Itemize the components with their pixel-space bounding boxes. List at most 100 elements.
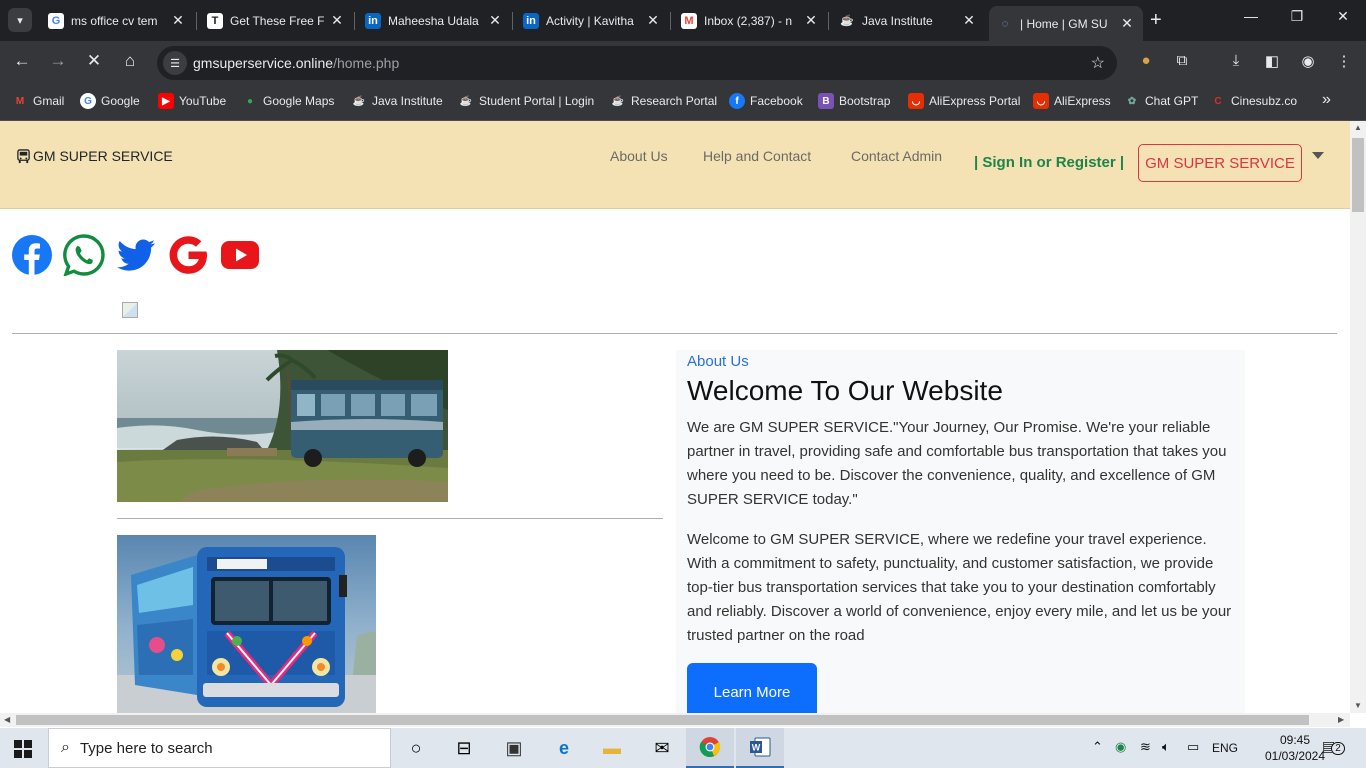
bookmark-research-portal[interactable]: ☕ Research Portal: [610, 93, 717, 109]
bookmark-student-portal[interactable]: ☕ Student Portal | Login: [458, 93, 594, 109]
taskbar-search-box[interactable]: ⌕ Type here to search: [48, 728, 391, 768]
brand-text: GM SUPER SERVICE: [33, 148, 173, 164]
close-icon[interactable]: ✕: [803, 12, 819, 29]
forward-button[interactable]: →: [46, 51, 70, 71]
microsoft-store-icon[interactable]: ▣: [490, 728, 538, 768]
stop-loading-button[interactable]: ✕: [82, 51, 106, 71]
tab-4[interactable]: in Activity | Kavitha ✕: [515, 6, 669, 35]
home-button[interactable]: ⌂: [118, 51, 142, 71]
bookmarks-bar: M Gmail G Google ▶ YouTube ● Google Maps ☕ Ja…: [0, 84, 1366, 121]
site-navbar: GM SUPER SERVICE About Us Help and Conta…: [0, 121, 1350, 209]
scroll-right-arrow-icon[interactable]: ▶: [1338, 715, 1344, 724]
notifications-icon[interactable]: ▤2: [1322, 738, 1345, 755]
java-icon: ☕: [611, 95, 625, 107]
scroll-down-arrow-icon[interactable]: ▼: [1354, 701, 1362, 710]
gm-super-service-button[interactable]: GM SUPER SERVICE: [1138, 144, 1302, 182]
tab-title: Java Institute: [862, 13, 933, 28]
windows-start-icon[interactable]: [14, 740, 32, 758]
youtube-icon[interactable]: [219, 234, 261, 276]
side-panel-icon[interactable]: ◧: [1261, 52, 1283, 70]
chrome-icon[interactable]: [686, 728, 734, 768]
divider: [117, 518, 663, 519]
nav-about-us[interactable]: About Us: [610, 148, 668, 164]
close-icon[interactable]: ✕: [1119, 15, 1135, 32]
google-icon[interactable]: [167, 234, 209, 276]
mail-icon[interactable]: ✉: [638, 728, 686, 768]
close-icon[interactable]: ✕: [961, 12, 977, 29]
facebook-icon[interactable]: [11, 234, 53, 276]
volume-icon[interactable]: 🔈︎: [1162, 739, 1170, 755]
sign-in-register-link[interactable]: | Sign In or Register |: [974, 154, 1124, 171]
show-hidden-icons-icon[interactable]: ⌃: [1092, 739, 1103, 755]
scroll-up-arrow-icon[interactable]: ▲: [1354, 123, 1362, 132]
bookmark-facebook[interactable]: f Facebook: [729, 93, 803, 109]
bookmark-java-institute[interactable]: ☕ Java Institute: [351, 93, 443, 109]
bookmark-star-icon[interactable]: ☆: [1091, 53, 1105, 73]
battery-icon[interactable]: ▭: [1187, 739, 1199, 755]
nav-contact-admin[interactable]: Contact Admin: [851, 148, 942, 164]
site-brand[interactable]: GM SUPER SERVICE: [16, 148, 173, 164]
scroll-left-arrow-icon[interactable]: ◀: [4, 715, 10, 724]
cortana-icon[interactable]: ○: [392, 728, 440, 768]
tab-title: Inbox (2,387) - n: [704, 13, 793, 28]
clock[interactable]: 09:45 01/03/2024: [1262, 732, 1328, 764]
menu-icon[interactable]: ⋮: [1333, 52, 1355, 70]
tab-3[interactable]: in Maheesha Udala ✕: [357, 6, 511, 35]
edge-icon[interactable]: e: [540, 728, 588, 768]
word-icon[interactable]: W: [736, 728, 784, 768]
language-indicator[interactable]: ENG: [1212, 741, 1238, 755]
tab-6[interactable]: ☕ Java Institute ✕: [831, 6, 985, 35]
scrollbar-thumb[interactable]: [1352, 138, 1364, 212]
java-icon: ☕: [840, 15, 854, 27]
vertical-scrollbar[interactable]: ▲ ▼: [1350, 121, 1366, 713]
back-button[interactable]: ←: [10, 51, 34, 71]
tab-7-active[interactable]: ◌ | Home | GM SU ✕: [989, 6, 1143, 41]
tab-search-button[interactable]: ▾: [8, 8, 32, 32]
twitter-icon[interactable]: [115, 234, 157, 276]
gmail-icon: M: [681, 12, 697, 29]
wifi-icon[interactable]: ≋: [1140, 739, 1151, 755]
bookmark-chat-gpt[interactable]: ✿ Chat GPT: [1124, 93, 1199, 109]
bookmark-aliexpress-portal[interactable]: ◡ AliExpress Portal: [908, 93, 1020, 109]
scrollbar-thumb[interactable]: [16, 715, 1309, 725]
tab-5[interactable]: M Inbox (2,387) - n ✕: [673, 6, 827, 35]
close-icon[interactable]: ✕: [487, 12, 503, 29]
url-text[interactable]: gmsuperservice.online/home.php: [193, 55, 399, 71]
bootstrap-icon: B: [818, 93, 834, 109]
nav-help-contact[interactable]: Help and Contact: [703, 148, 811, 164]
tab-2[interactable]: T Get These Free F ✕: [199, 6, 353, 35]
bookmark-aliexpress[interactable]: ◡ AliExpress: [1033, 93, 1111, 109]
learn-more-button[interactable]: Learn More: [687, 663, 817, 713]
profile-avatar[interactable]: ◉: [1297, 52, 1319, 70]
cookie-extension-icon[interactable]: ●: [1135, 52, 1157, 69]
whatsapp-icon[interactable]: [63, 234, 105, 276]
new-tab-button[interactable]: +: [1150, 9, 1162, 32]
bookmark-gmail[interactable]: M Gmail: [12, 93, 65, 109]
close-icon[interactable]: ✕: [329, 12, 345, 29]
window-close-button[interactable]: ✕: [1320, 8, 1366, 25]
close-icon[interactable]: ✕: [170, 12, 186, 29]
svg-text:W: W: [752, 743, 761, 753]
cinesubz-icon: C: [1214, 95, 1222, 107]
minimize-button[interactable]: —: [1228, 8, 1274, 24]
bookmark-cinesubz[interactable]: C Cinesubz.co: [1210, 93, 1297, 109]
extensions-icon[interactable]: ⧉: [1171, 52, 1193, 69]
address-bar[interactable]: ☰ gmsuperservice.online/home.php ☆: [157, 46, 1117, 80]
site-info-icon[interactable]: ☰: [163, 51, 187, 75]
tab-1[interactable]: G ms office cv tem ✕: [40, 6, 194, 35]
aliexpress-icon: ◡: [908, 93, 924, 109]
close-icon[interactable]: ✕: [645, 12, 661, 29]
bookmark-google[interactable]: G Google: [80, 93, 140, 109]
file-explorer-icon[interactable]: ▬: [588, 728, 636, 768]
download-icon[interactable]: ⤓: [1225, 52, 1247, 69]
youtube-icon: ▶: [158, 93, 174, 109]
more-bookmarks-icon[interactable]: »: [1322, 91, 1331, 109]
tray-app-icon[interactable]: ◉: [1115, 739, 1126, 755]
dropdown-caret-icon[interactable]: [1312, 152, 1324, 159]
bookmark-google-maps[interactable]: ● Google Maps: [242, 93, 334, 109]
bookmark-bootstrap[interactable]: B Bootstrap: [818, 93, 890, 109]
horizontal-scrollbar[interactable]: ◀ ▶: [0, 713, 1350, 727]
bookmark-youtube[interactable]: ▶ YouTube: [158, 93, 226, 109]
restore-button[interactable]: ❐: [1274, 8, 1320, 25]
task-view-icon[interactable]: ⊟: [440, 728, 488, 768]
